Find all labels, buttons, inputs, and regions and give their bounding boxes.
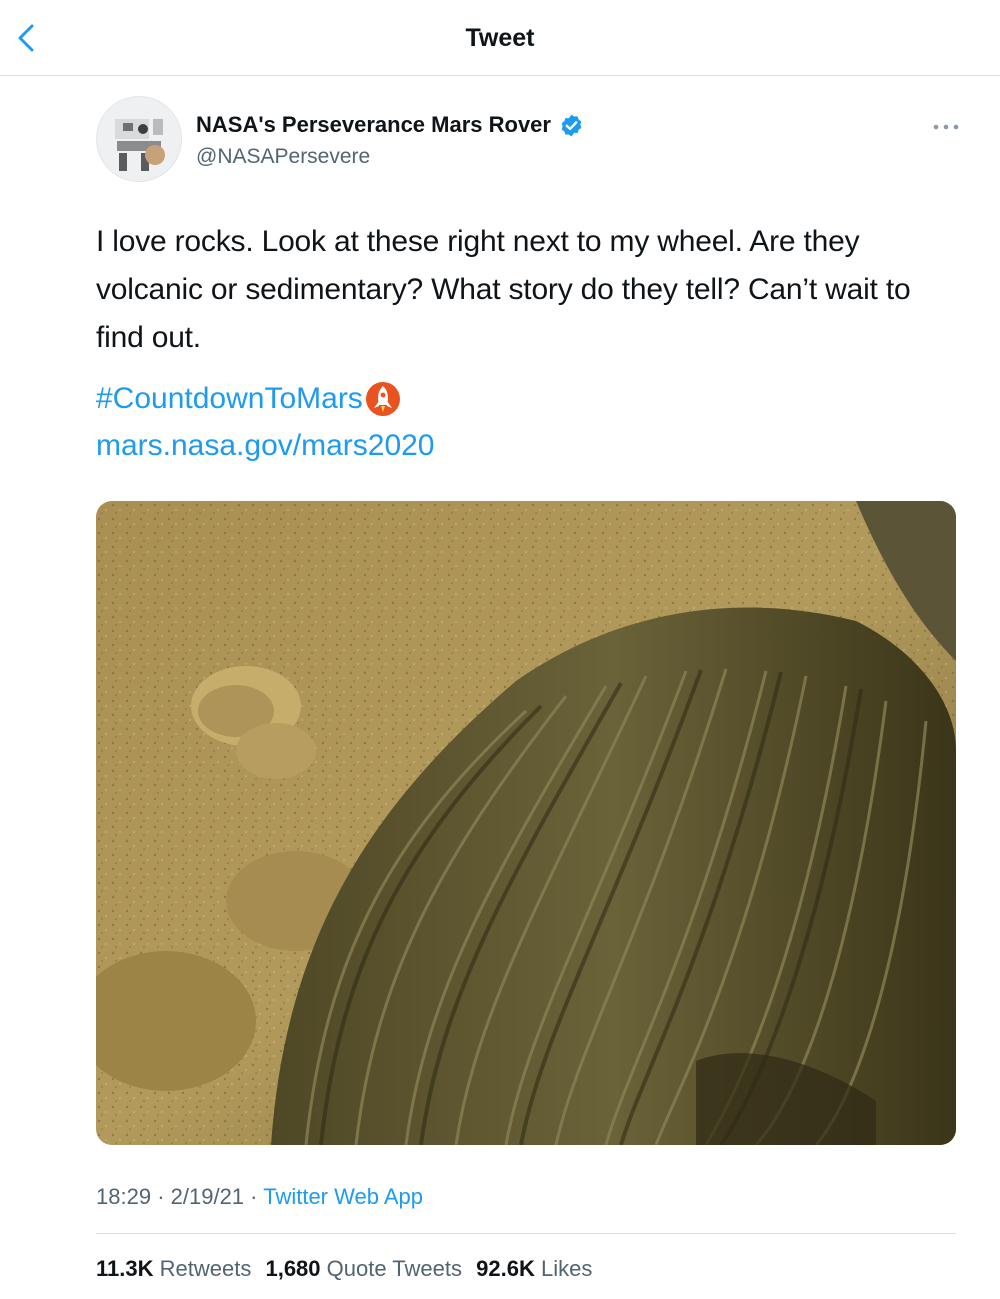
- hashtag-line: #CountdownToMars: [96, 376, 401, 421]
- quote-tweets-label: Quote Tweets: [326, 1256, 462, 1281]
- meta-separator: ·: [250, 1184, 258, 1209]
- rocket-icon: [365, 382, 400, 417]
- likes-count: 92.6K: [476, 1256, 535, 1281]
- author-avatar[interactable]: [96, 96, 182, 182]
- more-options-icon[interactable]: [932, 122, 960, 132]
- hashtag-link[interactable]: #CountdownToMars: [96, 382, 363, 415]
- top-bar: Tweet: [0, 0, 1000, 76]
- retweets-stat[interactable]: 11.3K Retweets: [96, 1256, 251, 1282]
- divider: [96, 1233, 956, 1234]
- tweet-date: 2/19/21: [170, 1184, 245, 1209]
- likes-label: Likes: [540, 1256, 593, 1281]
- page-title: Tweet: [465, 24, 535, 52]
- author-handle[interactable]: @NASAPersevere: [196, 145, 584, 169]
- retweets-label: Retweets: [159, 1256, 252, 1281]
- tweet-text: I love rocks. Look at these right next t…: [96, 225, 911, 354]
- verified-badge-icon: [562, 114, 582, 136]
- tweet-time: 18:29: [96, 1184, 152, 1209]
- tweet-media[interactable]: [96, 501, 956, 1145]
- mars-rover-wheel-photo: [96, 501, 956, 1145]
- retweets-count: 11.3K: [96, 1256, 154, 1281]
- quote-tweets-count: 1,680: [265, 1256, 321, 1281]
- likes-stat[interactable]: 92.6K Likes: [476, 1256, 592, 1282]
- tweet-metadata: 18:29 · 2/19/21 · Twitter Web App: [96, 1184, 423, 1210]
- author-info: NASA's Perseverance Mars Rover @NASAPers…: [196, 112, 584, 169]
- rover-avatar-icon: [97, 97, 181, 181]
- quote-tweets-stat[interactable]: 1,680 Quote Tweets: [265, 1256, 462, 1282]
- meta-separator: ·: [157, 1184, 165, 1209]
- tweet-source[interactable]: Twitter Web App: [263, 1184, 423, 1209]
- author-name[interactable]: NASA's Perseverance Mars Rover: [196, 112, 551, 138]
- tweet-link[interactable]: mars.nasa.gov/mars2020: [96, 424, 435, 468]
- tweet-stats: 11.3K Retweets 1,680 Quote Tweets 92.6K …: [96, 1256, 600, 1282]
